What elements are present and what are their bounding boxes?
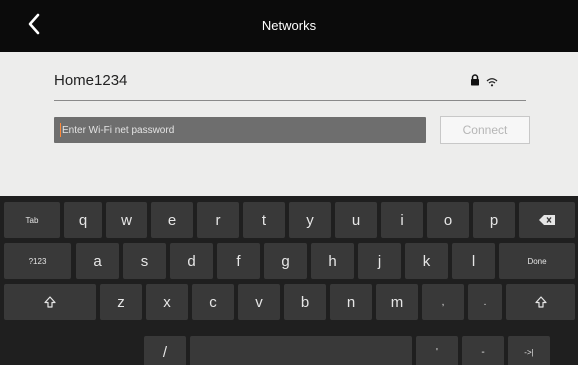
shift-icon [534,296,547,308]
key-d[interactable]: d [170,243,213,279]
on-screen-keyboard: Tab q w e r t y u i o p ?123 a s d f g h… [0,196,578,365]
key-dash[interactable]: - [462,336,504,365]
key-o[interactable]: o [427,202,469,238]
title-bar: Networks [0,0,578,52]
network-panel: Home1234 Enter Wi-Fi net password Connec… [0,52,578,196]
key-x[interactable]: x [146,284,188,320]
key-b[interactable]: b [284,284,326,320]
network-ssid: Home1234 [54,72,128,89]
key-done[interactable]: Done [499,243,575,279]
key-k[interactable]: k [405,243,448,279]
key-p[interactable]: p [473,202,515,238]
key-tab-arrow[interactable]: ->| [508,336,550,365]
key-z[interactable]: z [100,284,142,320]
key-slash[interactable]: / [144,336,186,365]
key-symbols[interactable]: ?123 [4,243,71,279]
key-f[interactable]: f [217,243,260,279]
key-space[interactable] [190,336,412,365]
key-g[interactable]: g [264,243,307,279]
key-w[interactable]: w [106,202,147,238]
key-e[interactable]: e [151,202,193,238]
page-title: Networks [261,18,317,33]
text-cursor [60,123,61,137]
key-apostrophe[interactable]: ' [416,336,458,365]
key-r[interactable]: r [197,202,239,238]
key-i[interactable]: i [381,202,423,238]
key-q[interactable]: q [64,202,102,238]
key-shift-right[interactable] [506,284,575,320]
key-c[interactable]: c [192,284,234,320]
key-n[interactable]: n [330,284,372,320]
connect-button[interactable]: Connect [440,116,530,144]
key-shift-left[interactable] [4,284,96,320]
key-tab[interactable]: Tab [4,202,60,238]
key-u[interactable]: u [335,202,377,238]
screen: Networks Home1234 Enter Wi-Fi net passwo… [0,0,578,365]
key-l[interactable]: l [452,243,495,279]
password-placeholder: Enter Wi-Fi net password [62,124,175,136]
key-t[interactable]: t [243,202,285,238]
key-j[interactable]: j [358,243,401,279]
key-period[interactable]: . [468,284,502,320]
wifi-icon [486,74,498,92]
key-a[interactable]: a [76,243,119,279]
key-backspace[interactable] [519,202,575,238]
password-input[interactable]: Enter Wi-Fi net password [54,117,426,143]
key-s[interactable]: s [123,243,166,279]
ssid-divider [54,100,526,101]
key-m[interactable]: m [376,284,418,320]
key-v[interactable]: v [238,284,280,320]
lock-icon [470,73,480,91]
shift-icon [44,296,56,308]
key-comma[interactable]: , [422,284,464,320]
key-h[interactable]: h [311,243,354,279]
key-y[interactable]: y [289,202,331,238]
backspace-icon [539,215,555,225]
